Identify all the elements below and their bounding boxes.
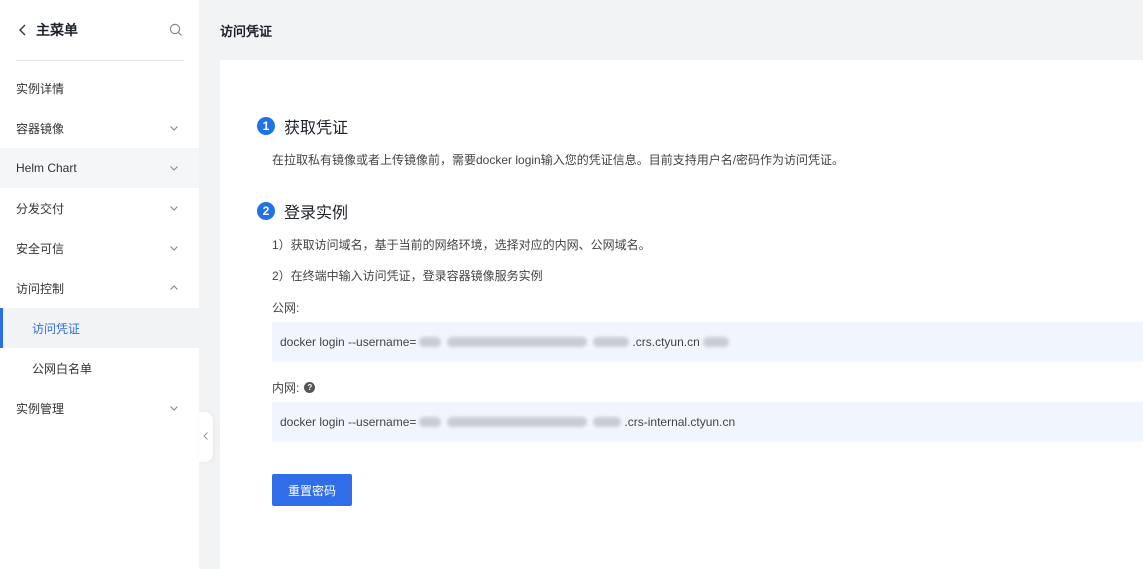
redacted-text <box>447 337 588 347</box>
step-title: 登录实例 <box>284 205 349 222</box>
step-number-badge: 2 <box>257 202 275 220</box>
sidebar-title: 主菜单 <box>36 22 78 38</box>
chevron-left-icon <box>202 428 210 446</box>
sidebar-menu: 实例详情 容器镜像 Helm Chart 分发交付 安全可信 访问控制 访问凭证… <box>0 68 199 428</box>
step-2-line-1: 1）获取访问域名，基于当前的网络环境，选择对应的内网、公网域名。 <box>272 238 651 252</box>
public-network-label: 公网: <box>272 299 299 316</box>
sidebar-item-label: 访问凭证 <box>32 321 81 336</box>
command-prefix: docker login --username= <box>280 415 417 429</box>
chevron-down-icon <box>169 243 179 253</box>
sidebar-collapse-handle[interactable] <box>199 412 213 462</box>
internal-label-text: 内网: <box>272 381 300 395</box>
public-label-text: 公网: <box>272 301 300 315</box>
sidebar-item-label: 公网白名单 <box>32 361 93 376</box>
redacted-text <box>419 417 442 427</box>
chevron-down-icon <box>169 403 179 413</box>
sidebar-header: 主菜单 <box>16 0 184 61</box>
step-1-description: 在拉取私有镜像或者上传镜像前，需要docker login输入您的凭证信息。目前… <box>272 153 845 167</box>
public-login-command[interactable]: docker login --username= .crs.ctyun.cn <box>272 322 1143 362</box>
sidebar-item-label: 容器镜像 <box>16 121 65 136</box>
step-title: 获取凭证 <box>284 120 349 137</box>
sidebar: 主菜单 实例详情 容器镜像 Helm Chart 分发交付 安全可信 访问控制 <box>0 0 199 569</box>
step-number-badge: 1 <box>257 117 275 135</box>
chevron-up-icon <box>169 283 179 293</box>
sidebar-item-security[interactable]: 安全可信 <box>0 228 199 268</box>
sidebar-item-instance-details[interactable]: 实例详情 <box>0 68 199 108</box>
sidebar-item-label: 分发交付 <box>16 201 65 216</box>
command-suffix: .crs-internal.ctyun.cn <box>624 415 736 429</box>
sidebar-item-label: 实例详情 <box>16 81 65 96</box>
sidebar-item-public-whitelist[interactable]: 公网白名单 <box>0 348 199 388</box>
command-suffix: .crs.ctyun.cn <box>632 335 700 349</box>
help-icon[interactable]: ? <box>304 382 316 393</box>
sidebar-item-container-images[interactable]: 容器镜像 <box>0 108 199 148</box>
chevron-down-icon <box>169 203 179 213</box>
redacted-text <box>593 417 622 427</box>
sidebar-item-access-control[interactable]: 访问控制 <box>0 268 199 308</box>
sidebar-item-instance-management[interactable]: 实例管理 <box>0 388 199 428</box>
sidebar-item-label: 实例管理 <box>16 401 65 416</box>
sidebar-item-distribution[interactable]: 分发交付 <box>0 188 199 228</box>
chevron-left-icon[interactable] <box>16 23 30 37</box>
reset-password-button[interactable]: 重置密码 <box>272 474 352 506</box>
step-1-heading: 1 获取凭证 <box>257 114 348 138</box>
sidebar-item-helm-chart[interactable]: Helm Chart <box>0 148 199 188</box>
chevron-down-icon <box>169 163 179 173</box>
content-card: 1 获取凭证 在拉取私有镜像或者上传镜像前，需要docker login输入您的… <box>220 60 1143 569</box>
sidebar-item-label: 访问控制 <box>16 281 65 296</box>
redacted-text <box>447 417 588 427</box>
page-header: 访问凭证 <box>199 0 1143 60</box>
redacted-text <box>419 337 442 347</box>
page-title: 访问凭证 <box>220 23 273 39</box>
sidebar-item-label: 安全可信 <box>16 241 65 256</box>
sidebar-item-label: Helm Chart <box>16 161 77 175</box>
internal-network-label: 内网: ? <box>272 379 316 396</box>
sidebar-item-access-credentials[interactable]: 访问凭证 <box>0 308 199 348</box>
command-prefix: docker login --username= <box>280 335 417 349</box>
redacted-text <box>702 337 729 347</box>
internal-login-command[interactable]: docker login --username= .crs-internal.c… <box>272 402 1143 442</box>
redacted-text <box>593 337 630 347</box>
step-2-heading: 2 登录实例 <box>257 199 348 223</box>
chevron-down-icon <box>169 123 179 133</box>
search-icon[interactable] <box>168 22 184 38</box>
step-2-line-2: 2）在终端中输入访问凭证，登录容器镜像服务实例 <box>272 269 543 283</box>
